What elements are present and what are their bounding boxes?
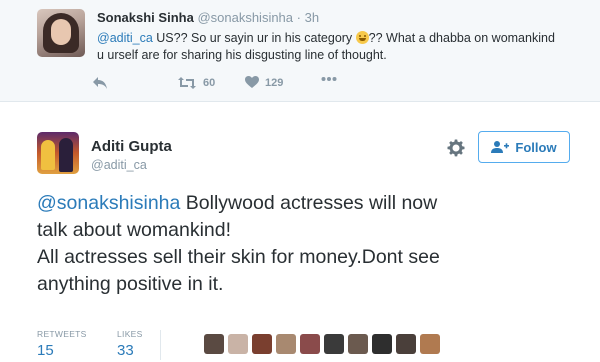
heart-icon xyxy=(245,76,259,88)
reply-like-count: 129 xyxy=(265,76,284,89)
liker-avatar[interactable] xyxy=(420,334,440,354)
tweet-line-1-rest: Bollywood actresses will now xyxy=(180,192,438,214)
retweets-label: RETWEETS xyxy=(37,329,87,339)
tweet-mention-link[interactable]: @sonakshisinha xyxy=(37,192,180,214)
gear-icon[interactable] xyxy=(447,139,465,157)
tweet-text: @sonakshisinha Bollywood actresses will … xyxy=(37,190,577,298)
liker-avatar[interactable] xyxy=(324,334,344,354)
more-icon xyxy=(321,77,337,81)
laughing-emoji-icon xyxy=(355,31,369,44)
reply-retweet-count: 60 xyxy=(203,77,216,89)
reply-time[interactable]: 3h xyxy=(305,10,319,25)
aditi-avatar[interactable] xyxy=(37,132,79,174)
follow-label: Follow xyxy=(515,139,557,155)
tweet-line-1: @sonakshisinha Bollywood actresses will … xyxy=(37,190,577,217)
retweet-button[interactable]: 60 xyxy=(177,76,215,90)
liker-avatar[interactable] xyxy=(396,334,416,354)
tweet-line-4: anything positive in it. xyxy=(37,273,224,295)
reply-button[interactable] xyxy=(92,76,108,90)
retweets-stat[interactable]: RETWEETS 15 xyxy=(37,329,87,359)
liker-avatar[interactable] xyxy=(252,334,272,354)
reply-text-part1: US?? So ur sayin ur in his category xyxy=(152,31,356,45)
liker-avatar[interactable] xyxy=(276,334,296,354)
tweet-author-handle[interactable]: @aditi_ca xyxy=(91,158,147,172)
main-tweet: Aditi Gupta @aditi_ca Follow @sonakshisi… xyxy=(0,102,600,362)
tweet-line-2: talk about womankind! xyxy=(37,219,232,241)
tweet-author-name[interactable]: Aditi Gupta xyxy=(91,138,172,155)
liker-avatar[interactable] xyxy=(300,334,320,354)
sonakshi-avatar[interactable] xyxy=(37,9,85,57)
likes-stat[interactable]: LIKES 33 xyxy=(117,329,143,359)
reply-text: @aditi_ca US?? So ur sayin ur in his cat… xyxy=(97,30,557,64)
reply-header: Sonakshi Sinha @sonakshisinha · 3h xyxy=(97,10,319,25)
liker-avatar[interactable] xyxy=(204,334,224,354)
liker-avatar[interactable] xyxy=(228,334,248,354)
liker-avatar[interactable] xyxy=(348,334,368,354)
reply-tweet[interactable]: Sonakshi Sinha @sonakshisinha · 3h @adit… xyxy=(0,0,600,102)
likes-label: LIKES xyxy=(117,329,143,339)
follow-button[interactable]: Follow xyxy=(478,131,570,163)
likes-value: 33 xyxy=(117,342,134,359)
retweets-value: 15 xyxy=(37,342,54,359)
liker-avatar[interactable] xyxy=(372,334,392,354)
liker-avatars xyxy=(204,334,440,354)
stats-divider xyxy=(160,330,161,360)
reply-separator: · xyxy=(296,10,301,25)
reply-icon xyxy=(93,77,107,89)
like-button[interactable]: 129 xyxy=(245,76,283,89)
more-button[interactable] xyxy=(321,76,337,82)
retweet-icon xyxy=(178,77,196,89)
follow-user-icon xyxy=(491,141,510,153)
reply-mention-link[interactable]: @aditi_ca xyxy=(97,31,153,45)
reply-author-handle[interactable]: @sonakshisinha xyxy=(197,10,293,25)
reply-author-name[interactable]: Sonakshi Sinha xyxy=(97,10,194,25)
tweet-line-3: All actresses sell their skin for money.… xyxy=(37,246,440,268)
